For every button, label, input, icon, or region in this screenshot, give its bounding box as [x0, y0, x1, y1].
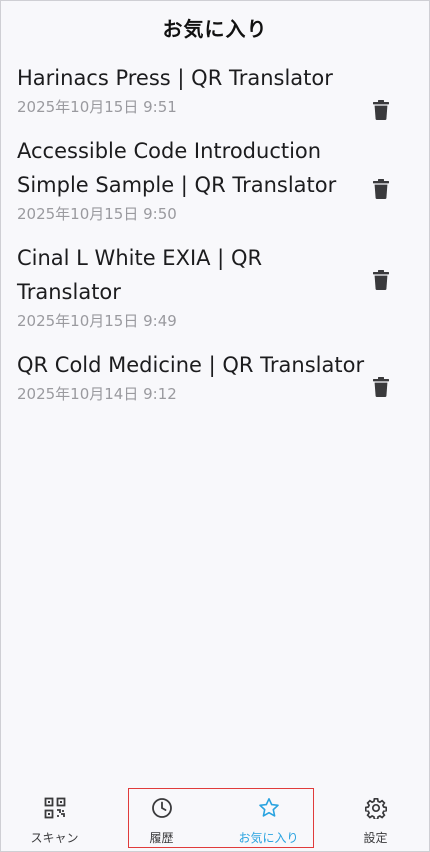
- item-title: Accessible Code Introduction Simple Samp…: [17, 139, 337, 197]
- item-date: 2025年10月14日 9:12: [17, 385, 177, 403]
- nav-header: お気に入り: [1, 1, 429, 53]
- tab-history[interactable]: 履歴: [108, 787, 215, 851]
- item-title: Cinal L White EXIA | QR Translator: [17, 246, 263, 304]
- trash-icon[interactable]: [371, 99, 391, 121]
- qr-code-icon: [44, 797, 66, 823]
- gear-icon: [364, 797, 387, 823]
- tab-label: スキャン: [30, 831, 79, 845]
- tab-label: 設定: [363, 831, 388, 845]
- bottom-tab-bar: スキャン 履歴 お気に入り 設定: [1, 787, 429, 851]
- page-title: お気に入り: [162, 16, 268, 41]
- item-title: QR Cold Medicine | QR Translator: [17, 353, 365, 377]
- tab-settings[interactable]: 設定: [322, 787, 429, 851]
- trash-icon[interactable]: [371, 269, 391, 291]
- clock-icon: [151, 797, 173, 823]
- tab-label: お気に入り: [238, 831, 299, 845]
- list-item[interactable]: Harinacs Press | QR Translator 2025年10月1…: [1, 61, 429, 121]
- trash-icon[interactable]: [371, 178, 391, 200]
- item-date: 2025年10月15日 9:50: [17, 205, 177, 223]
- item-title: Harinacs Press | QR Translator: [17, 66, 333, 90]
- list-item[interactable]: Cinal L White EXIA | QR Translator 2025年…: [1, 241, 429, 332]
- list-item[interactable]: QR Cold Medicine | QR Translator 2025年10…: [1, 348, 429, 405]
- trash-icon[interactable]: [371, 376, 391, 398]
- star-icon: [258, 797, 280, 823]
- favorites-list: Harinacs Press | QR Translator 2025年10月1…: [1, 61, 429, 421]
- tab-label: 履歴: [149, 831, 174, 845]
- app-screen: お気に入り Harinacs Press | QR Translator 202…: [0, 0, 430, 852]
- item-date: 2025年10月15日 9:49: [17, 312, 177, 330]
- list-item[interactable]: Accessible Code Introduction Simple Samp…: [1, 134, 429, 225]
- tab-favorites[interactable]: お気に入り: [215, 787, 322, 851]
- tab-scan[interactable]: スキャン: [1, 787, 108, 851]
- item-date: 2025年10月15日 9:51: [17, 98, 177, 116]
